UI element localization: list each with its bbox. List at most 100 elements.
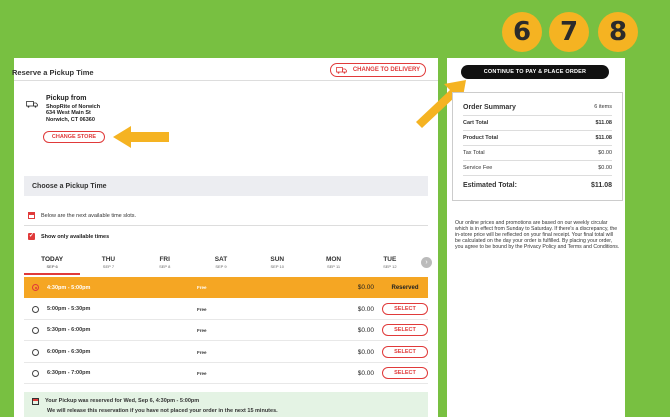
slot-time: 5:00pm - 5:30pm — [47, 306, 91, 312]
available-slots-note: Below are the next available time slots. — [28, 212, 136, 219]
product-total-row: Product Total $11.08 — [463, 135, 612, 141]
divider — [463, 145, 612, 146]
reserved-status: Reserved — [391, 284, 419, 291]
divider — [463, 115, 612, 116]
time-slot-row[interactable]: 6:30pm - 7:00pm Free $0.00 SELECT — [24, 363, 428, 384]
day-date: SEP 6 — [46, 264, 58, 269]
day-tabs: TODAY SEP 6 THU SEP 7 FRI SEP 8 SAT SEP … — [24, 253, 418, 275]
product-total-value: $11.08 — [595, 135, 612, 141]
available-slots-text: Below are the next available time slots. — [41, 212, 137, 219]
tab-mon[interactable]: MON SEP 11 — [305, 253, 361, 275]
reserve-title: Reserve a Pickup Time — [12, 68, 94, 77]
slot-fee: Free — [197, 285, 207, 290]
calendar-icon — [28, 212, 35, 219]
step-badge-6: 6 — [502, 12, 542, 52]
tax-total-value: $0.00 — [598, 150, 612, 156]
day-name: SAT — [214, 256, 228, 263]
slot-time: 5:30pm - 6:00pm — [47, 327, 91, 333]
day-name: FRI — [159, 256, 170, 263]
cart-total-value: $11.08 — [595, 120, 612, 126]
tax-total-row: Tax Total $0.00 — [463, 150, 612, 156]
checkbox-checked-icon[interactable]: ✓ — [28, 233, 35, 240]
day-date: SEP 10 — [270, 264, 285, 269]
change-to-delivery-label: CHANGE TO DELIVERY — [352, 67, 421, 73]
select-slot-button[interactable]: SELECT — [382, 367, 428, 379]
day-date: SEP 7 — [102, 264, 115, 269]
continue-to-pay-button[interactable]: CONTINUE TO PAY & PLACE ORDER — [461, 65, 609, 79]
day-date: SEP 12 — [383, 264, 397, 269]
slot-time: 6:30pm - 7:00pm — [47, 370, 91, 376]
day-name: TODAY — [41, 256, 64, 263]
choose-pickup-time-header: Choose a Pickup Time — [24, 176, 428, 196]
chevron-right-icon[interactable]: › — [421, 257, 432, 268]
pickup-truck-icon — [26, 101, 38, 108]
slot-time: 4:30pm - 5:00pm — [47, 284, 91, 291]
slot-fee: Free — [197, 349, 207, 355]
reservation-line1: Your Pickup was reserved for Wed, Sep 6,… — [45, 398, 200, 404]
time-slot-row[interactable]: 4:30pm - 5:00pm Free $0.00 Reserved — [24, 277, 428, 298]
divider — [463, 130, 612, 131]
reservation-confirmation: Your Pickup was reserved for Wed, Sep 6,… — [24, 392, 428, 417]
change-store-button[interactable]: CHANGE STORE — [43, 131, 105, 143]
day-name: THU — [101, 256, 116, 263]
slot-price: $0.00 — [357, 284, 374, 291]
select-slot-button[interactable]: SELECT — [382, 324, 428, 336]
estimated-total-label: Estimated Total: — [463, 182, 517, 189]
show-available-label: Show only available times — [41, 233, 110, 240]
item-count: 6 items — [594, 104, 612, 110]
tax-total-label: Tax Total — [463, 150, 485, 156]
day-name: MON — [325, 256, 342, 263]
arrow-pointer-icon — [113, 126, 169, 148]
slot-fee: Free — [197, 306, 207, 312]
service-fee-row: Service Fee $0.00 — [463, 165, 612, 171]
radio-icon[interactable] — [32, 348, 39, 356]
summary-header: Order Summary 6 items — [463, 104, 612, 111]
reservation-line2: We will release this reservation if you … — [47, 408, 278, 414]
tab-today[interactable]: TODAY SEP 6 — [24, 253, 81, 275]
radio-selected-icon[interactable] — [32, 284, 39, 291]
slot-price: $0.00 — [357, 369, 374, 377]
tab-tue[interactable]: TUE SEP 12 — [362, 253, 418, 275]
calendar-check-icon — [32, 397, 39, 405]
pickup-store-info: Pickup from ShopRite of Norwich 634 West… — [46, 95, 100, 123]
tab-fri[interactable]: FRI SEP 8 — [137, 253, 193, 275]
pickup-title: Pickup from — [46, 95, 87, 102]
select-slot-button[interactable]: SELECT — [382, 303, 428, 315]
truck-icon — [335, 66, 347, 74]
product-total-label: Product Total — [463, 135, 499, 141]
day-name: TUE — [383, 256, 397, 263]
tab-thu[interactable]: THU SEP 7 — [80, 253, 136, 275]
change-to-delivery-button[interactable]: CHANGE TO DELIVERY — [330, 63, 426, 77]
time-slot-row[interactable]: 5:00pm - 5:30pm Free $0.00 SELECT — [24, 299, 428, 320]
select-slot-button[interactable]: SELECT — [382, 346, 428, 358]
estimated-total-row: Estimated Total: $11.08 — [463, 182, 612, 189]
divider — [24, 225, 428, 226]
step-badge-8: 8 — [598, 12, 638, 52]
divider — [463, 160, 612, 161]
radio-icon[interactable] — [32, 305, 39, 313]
step-badge-7: 7 — [549, 12, 589, 52]
time-slot-row[interactable]: 5:30pm - 6:00pm Free $0.00 SELECT — [24, 320, 428, 341]
radio-icon[interactable] — [32, 326, 39, 334]
slot-time: 6:00pm - 6:30pm — [47, 349, 91, 355]
show-available-toggle[interactable]: ✓ Show only available times — [28, 233, 109, 240]
radio-icon[interactable] — [32, 369, 39, 377]
day-date: SEP 8 — [159, 264, 171, 269]
cart-total-label: Cart Total — [463, 120, 489, 126]
day-date: SEP 11 — [326, 264, 341, 269]
day-name: SUN — [270, 256, 285, 263]
tab-sun[interactable]: SUN SEP 10 — [249, 253, 305, 275]
tab-sat[interactable]: SAT SEP 9 — [193, 253, 249, 275]
slot-fee: Free — [197, 370, 207, 376]
slot-price: $0.00 — [357, 305, 374, 313]
divider — [14, 80, 438, 81]
order-summary-title: Order Summary — [463, 104, 516, 111]
time-slot-row[interactable]: 6:00pm - 6:30pm Free $0.00 SELECT — [24, 342, 428, 363]
pricing-disclaimer: Our online prices and promotions are bas… — [455, 220, 620, 250]
slot-price: $0.00 — [357, 326, 374, 334]
slot-fee: Free — [197, 327, 207, 333]
divider — [463, 175, 612, 176]
estimated-total-value: $11.08 — [590, 182, 612, 189]
service-fee-value: $0.00 — [598, 165, 612, 171]
slot-price: $0.00 — [357, 348, 374, 356]
